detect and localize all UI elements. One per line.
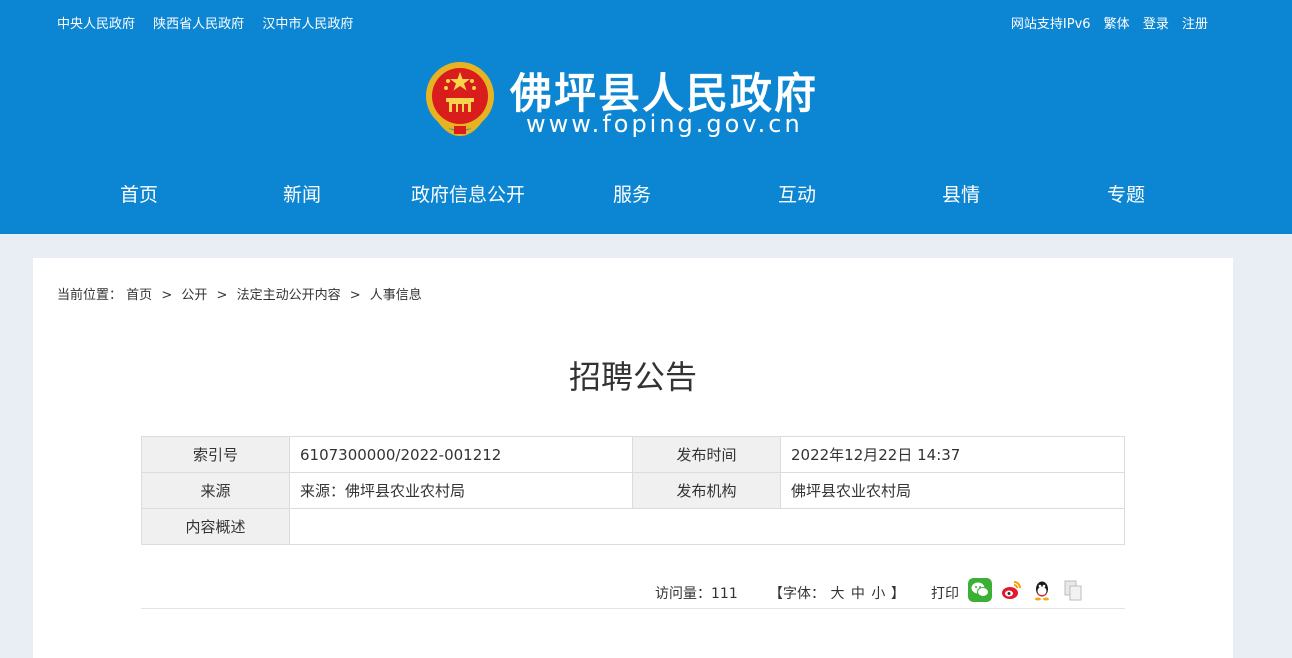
nav-county-info[interactable]: 县情	[942, 180, 980, 207]
breadcrumb-personnel-info[interactable]: 人事信息	[370, 288, 422, 303]
toolbar-divider	[141, 608, 1125, 609]
summary-value	[289, 508, 1125, 545]
table-row: 来源 来源：佛坪县农业农村局 发布机构 佛坪县农业农村局	[141, 472, 1125, 509]
register-link[interactable]: 注册	[1182, 17, 1208, 32]
breadcrumb-home[interactable]: 首页	[126, 288, 152, 303]
nav-gov-info-disclosure[interactable]: 政府信息公开	[411, 180, 525, 207]
topbar-right-links: 网站支持IPv6 繁体 登录 注册	[1002, 13, 1208, 32]
breadcrumb-separator: >	[349, 288, 361, 303]
publishing-org-value: 佛坪县农业农村局	[780, 472, 1125, 509]
source-label: 来源	[141, 472, 290, 509]
breadcrumb-prefix: 当前位置：	[57, 288, 123, 303]
nav-interaction[interactable]: 互动	[778, 180, 816, 207]
copy-link-icon[interactable]	[1061, 578, 1085, 602]
table-row: 内容概述	[141, 508, 1125, 545]
publish-time-label: 发布时间	[632, 436, 781, 473]
summary-label: 内容概述	[141, 508, 290, 545]
weibo-share-icon[interactable]	[999, 578, 1023, 602]
table-row: 索引号 6107300000/2022-001212 发布时间 2022年12月…	[141, 436, 1125, 473]
print-button[interactable]: 打印	[931, 583, 959, 603]
article-meta-table: 索引号 6107300000/2022-001212 发布时间 2022年12月…	[141, 436, 1125, 545]
nav-news[interactable]: 新闻	[283, 180, 321, 207]
font-size-small[interactable]: 小	[871, 586, 885, 602]
nav-services[interactable]: 服务	[613, 180, 651, 207]
visit-count: 访问量：111	[655, 586, 738, 602]
article-toolbar: 访问量：111 【字体： 大 中 小 】 打印	[33, 578, 1233, 608]
nav-home[interactable]: 首页	[120, 180, 158, 207]
link-central-government[interactable]: 中央人民政府	[57, 17, 135, 32]
font-size-medium[interactable]: 中	[851, 586, 865, 602]
topbar-links: 中央人民政府 陕西省人民政府 汉中市人民政府	[57, 13, 367, 32]
font-size-prefix: 【字体：	[769, 586, 825, 602]
traditional-chinese-link[interactable]: 繁体	[1104, 17, 1130, 32]
ipv6-support-label: 网站支持IPv6	[1010, 17, 1091, 32]
main-nav: 首页 新闻 政府信息公开 服务 互动 县情 专题	[0, 180, 1292, 220]
source-value: 来源：佛坪县农业农村局	[289, 472, 633, 509]
wechat-share-icon[interactable]	[968, 578, 992, 602]
index-value: 6107300000/2022-001212	[289, 436, 633, 473]
qq-share-icon[interactable]	[1030, 578, 1054, 602]
publishing-org-label: 发布机构	[632, 472, 781, 509]
login-link[interactable]: 登录	[1143, 17, 1169, 32]
breadcrumb-separator: >	[216, 288, 228, 303]
article-title: 招聘公告	[568, 358, 697, 396]
content-panel: 当前位置： 首页 > 公开 > 法定主动公开内容 > 人事信息 招聘公告 索引号…	[33, 258, 1233, 658]
site-header: 中央人民政府 陕西省人民政府 汉中市人民政府 网站支持IPv6 繁体 登录 注册…	[0, 0, 1292, 234]
font-size-selector: 【字体： 大 中 小 】	[769, 583, 905, 603]
font-size-suffix: 】	[890, 586, 905, 602]
national-emblem-icon	[426, 62, 494, 136]
link-hanzhong-government[interactable]: 汉中市人民政府	[262, 17, 353, 32]
publish-time-value: 2022年12月22日 14:37	[780, 436, 1125, 473]
nav-topics[interactable]: 专题	[1107, 180, 1145, 207]
breadcrumb: 当前位置： 首页 > 公开 > 法定主动公开内容 > 人事信息	[57, 284, 422, 303]
breadcrumb-separator: >	[161, 288, 173, 303]
site-url: www.foping.gov.cn	[526, 110, 803, 138]
breadcrumb-statutory-content[interactable]: 法定主动公开内容	[237, 288, 341, 303]
site-logo[interactable]: 佛坪县人民政府 www.foping.gov.cn	[424, 58, 864, 142]
index-label: 索引号	[141, 436, 290, 473]
breadcrumb-disclosure[interactable]: 公开	[181, 288, 207, 303]
article-body	[213, 632, 813, 638]
link-shaanxi-government[interactable]: 陕西省人民政府	[153, 17, 244, 32]
font-size-large[interactable]: 大	[830, 586, 844, 602]
